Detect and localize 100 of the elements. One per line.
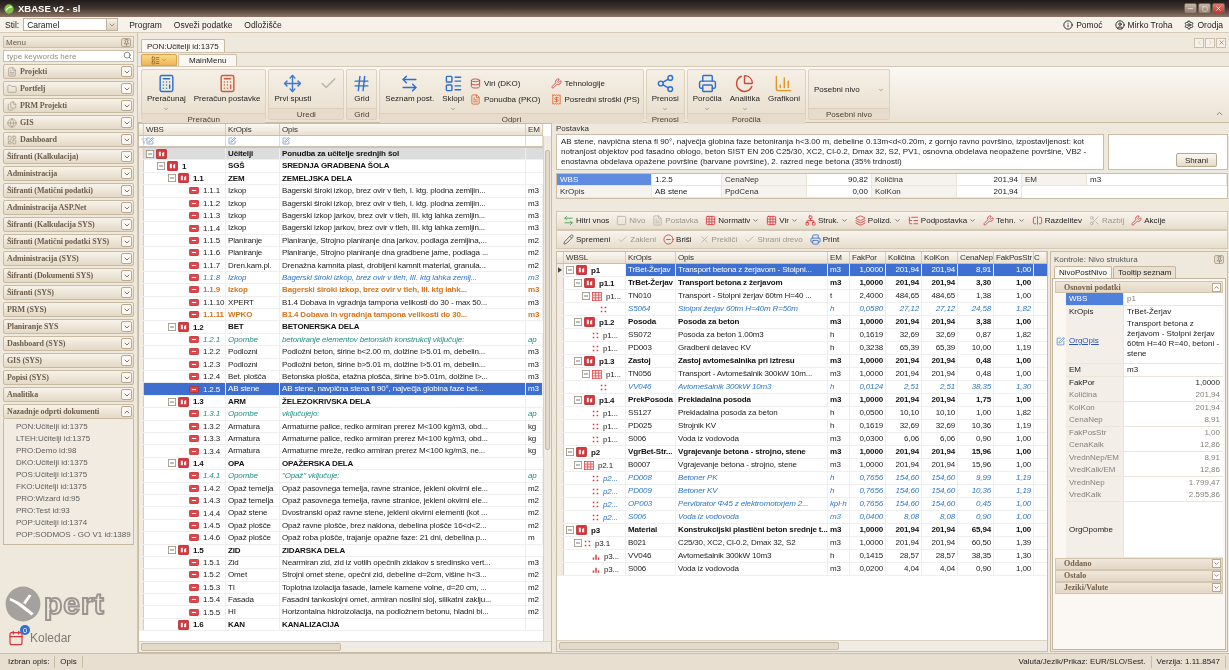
field-label[interactable]: KolKon — [872, 186, 957, 198]
recent-document-link[interactable]: PON:Učitelji id:1375 — [16, 421, 88, 433]
table-row[interactable]: 1.5.5 HI Horizontalna hidroizolacija, na podložnem betonu, hladni bi... m2 — [139, 606, 543, 619]
table-row[interactable]: p1.4 PrekPosoda Prekladalna posoda m3 1,0000 201,94 201,94 1,75 1,00 — [557, 394, 1047, 407]
ribbon-button[interactable]: Sklopi — [439, 71, 467, 112]
sidebar-item[interactable]: Šifranti (Dokumenti SYS) — [3, 268, 134, 283]
ribbon-button[interactable]: Poročila — [689, 71, 725, 112]
table-row[interactable]: p1... TN056 Transport - Avtomešalnik 300kW 10m... m3 1,0000 201,94 201,94 0,48 1,00 — [557, 368, 1047, 381]
collapse-icon[interactable] — [168, 546, 176, 555]
toolbar-button[interactable]: Normativ — [702, 212, 763, 229]
table-row[interactable]: 1.3.4 Armatura Armaturne mreže, redko armiran prerez M<100 kg/m3, ne... kg — [139, 445, 543, 458]
column-header[interactable]: EM — [828, 252, 850, 263]
table-row[interactable]: p2... PD009 Betoner KV h 0,7656 154,60 154,60 10,36 1,19 — [557, 485, 1047, 498]
toggle-button[interactable] — [1212, 583, 1221, 592]
field-label[interactable]: Količina — [872, 174, 957, 186]
toolbar-button[interactable]: Podpostavka — [904, 212, 980, 229]
toggle-button[interactable] — [1212, 559, 1221, 568]
recent-document-link[interactable]: POS:Učitelji id:1375 — [16, 469, 88, 481]
property-value[interactable] — [1124, 501, 1223, 558]
collapse-icon[interactable] — [574, 539, 582, 547]
collapse-icon[interactable] — [574, 357, 582, 365]
sidebar-item[interactable]: Administracija ASP.Net — [3, 200, 134, 215]
recent-document-link[interactable]: DKO:Učitelji id:1375 — [16, 457, 88, 469]
ribbon-button[interactable]: Tehnologije — [549, 75, 641, 91]
ribbon-button[interactable]: Viri (DKO) — [469, 75, 542, 91]
toggle-button[interactable] — [121, 185, 132, 196]
property-row[interactable]: OrgOpombe — [1055, 501, 1223, 558]
pin-button[interactable] — [1214, 254, 1224, 264]
ribbon-button[interactable]: Preračunaj — [144, 71, 189, 112]
sidebar-item[interactable]: PRM (SYS) — [3, 302, 134, 317]
panel-tab[interactable]: NivoPostNivo — [1054, 266, 1112, 278]
sidebar-item[interactable]: Šifranti (SYS) — [3, 285, 134, 300]
table-row[interactable]: VV046 Avtomešalnik 300kW 10m3 h 0,0124 2,51 2,51 38,35 1,30 — [557, 381, 1047, 394]
ribbon-button[interactable]: Ponudba (PKO) — [469, 91, 542, 107]
table-row[interactable]: p1 TrBet-Žerjav Transport betona z žerjavom - Stolpni... m3 1,0000 201,94 201,94 8,91 1,00 — [557, 264, 1047, 277]
collapse-icon[interactable] — [582, 292, 590, 300]
table-row[interactable]: p1.2 Posoda Posoda za beton m3 1,0000 201,94 201,94 3,38 1,00 — [557, 316, 1047, 329]
toolbar-button[interactable]: Razdelitev — [1028, 212, 1086, 229]
toggle-button[interactable] — [121, 236, 132, 247]
column-header[interactable]: CenaNep — [958, 252, 994, 263]
toolbar-button[interactable]: Spremeni — [560, 231, 614, 248]
table-row[interactable]: p3 Material Konstrukcijski plastični beton srednje t... m3 1,0000 201,94 201,94 65,94 1,00 — [557, 524, 1047, 537]
table-row[interactable]: p2... PD008 Betoner PK h 0,7656 154,60 154,60 9,99 1,19 — [557, 472, 1047, 485]
toolbar-button[interactable]: Hitri vnos — [560, 212, 613, 229]
toggle-button[interactable] — [121, 270, 132, 281]
recent-document-link[interactable]: POP:SODMOS - GO V1 id:1389 — [16, 529, 131, 541]
ribbon-tab[interactable]: MainMenu — [178, 54, 238, 66]
table-row[interactable]: 1.4.4 Opaž stene Dvostranski opaž ravne stene, jekleni okvirni elementi (kot ... m2 — [139, 507, 543, 520]
toolbar-button[interactable]: Vir — [763, 212, 801, 229]
app-menu-button[interactable] — [141, 54, 177, 66]
table-row[interactable]: 1.4.1 Opombe "Opaž" vključuje: ap — [139, 470, 543, 483]
toggle-button[interactable] — [121, 134, 132, 145]
ribbon-button[interactable]: Analitika — [726, 71, 763, 112]
collapse-icon[interactable] — [168, 459, 176, 468]
collapse-icon[interactable] — [168, 397, 176, 406]
memo-field[interactable]: Shrani — [1108, 134, 1228, 170]
column-header[interactable]: C — [1034, 252, 1047, 263]
field-label[interactable]: KrOpis — [557, 186, 652, 198]
field-label[interactable]: PpdCena — [722, 186, 807, 198]
previous-button[interactable] — [1194, 37, 1204, 48]
menu-item[interactable]: Orodja — [1183, 19, 1224, 30]
toggle-button[interactable] — [1212, 571, 1221, 580]
table-row[interactable]: p2.1 B0007 Vgrajevanje betona - strojno, stene m3 1,0000 201,94 201,94 15,96 1,00 — [557, 459, 1047, 472]
sidebar-item[interactable]: Planiranje SYS — [3, 319, 134, 334]
sidebar-item[interactable]: Šifranti (Kalkulacija) — [3, 149, 134, 164]
toggle-button[interactable] — [121, 287, 132, 298]
menu-item[interactable]: Osveži podatke — [172, 19, 234, 30]
collapse-icon[interactable] — [574, 318, 582, 326]
scrollbar[interactable] — [543, 136, 551, 641]
maximize-button[interactable] — [1198, 3, 1211, 14]
table-row[interactable]: S5064 Stolpni žerjav 60tm H=40m R=50m h 0,0580 27,12 27,12 24,58 1,82 — [557, 303, 1047, 316]
style-select[interactable]: Caramel — [23, 18, 119, 31]
field-label[interactable]: CenaNep — [722, 174, 807, 186]
table-row[interactable]: p1... TN010 Transport - Stolpni žerjav 60tm H=40 ... t 2,4000 484,65 484,65 1,38 1,00 — [557, 290, 1047, 303]
table-row[interactable]: 1.1.1 Izkop Bagerski široki izkop, brez ovir v tleh, I. ktg. plodna zemljin... m3 — [139, 185, 543, 198]
sidebar-item[interactable]: Šifranti (Kalkulacija SYS) — [3, 217, 134, 232]
toggle-button[interactable] — [121, 389, 132, 400]
toggle-button[interactable] — [121, 355, 132, 366]
toolbar-button[interactable]: Akcije — [1128, 212, 1169, 229]
column-header[interactable]: FakPosStr — [994, 252, 1034, 263]
close-button[interactable] — [1216, 37, 1226, 48]
collapse-icon[interactable] — [157, 162, 165, 171]
column-header[interactable]: KolKon — [922, 252, 958, 263]
table-row[interactable]: p1.1 TrBet-Žerjav Transport betona z žerjavom m3 1,0000 201,94 201,94 3,30 1,00 — [557, 277, 1047, 290]
recent-document-link[interactable]: PRO:Demo id:98 — [16, 445, 77, 457]
scrollbar[interactable] — [139, 641, 551, 652]
toolbar-button[interactable]: Tehn. — [980, 212, 1028, 229]
ribbon-button[interactable]: Posredni stroški (PS) — [549, 91, 641, 107]
collapse-icon[interactable] — [566, 526, 574, 534]
collapse-icon[interactable] — [566, 448, 574, 456]
table-row[interactable]: 1.2 BET BETONERSKA DELA — [139, 321, 543, 334]
menu-item[interactable]: Mirko Troha — [1113, 19, 1174, 30]
close-button[interactable] — [1212, 3, 1225, 14]
property-value[interactable]: Transport betona z žerjavom - Stolpni žerjav 60tm H=40 R=40, betoni - stene — [1124, 318, 1223, 364]
sidebar-item[interactable]: GIS (SYS) — [3, 353, 134, 368]
column-header[interactable]: WBSL — [564, 252, 626, 263]
table-row[interactable]: 1.3.1 Opombe vključujejo: ap — [139, 408, 543, 421]
table-row[interactable]: 1.2.5 AB stene AB stene, navpična stena fi 90°, največja globina faze bet... m3 — [139, 383, 543, 396]
column-header[interactable]: KrOpis — [626, 252, 676, 263]
ribbon-button[interactable]: Grafikoni — [764, 71, 803, 104]
